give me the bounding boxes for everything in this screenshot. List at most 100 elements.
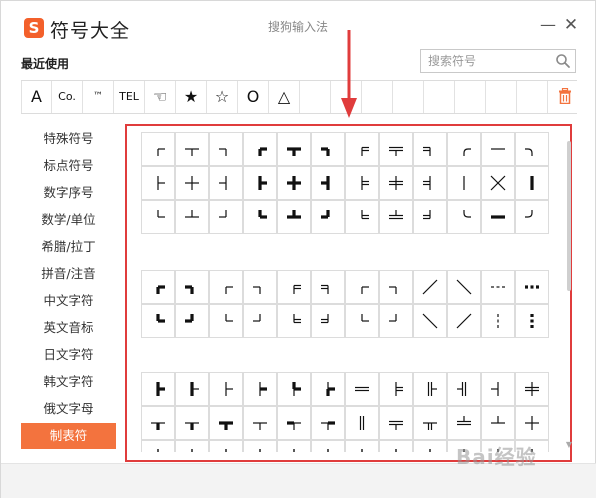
box-drawing-symbol[interactable] — [413, 200, 447, 234]
box-drawing-symbol[interactable] — [209, 304, 243, 338]
box-drawing-symbol[interactable] — [413, 132, 447, 166]
box-drawing-symbol[interactable] — [141, 200, 175, 234]
box-drawing-symbol[interactable] — [447, 440, 481, 452]
box-drawing-symbol[interactable] — [141, 166, 175, 200]
box-drawing-symbol[interactable] — [175, 132, 209, 166]
box-drawing-symbol[interactable] — [243, 270, 277, 304]
box-drawing-symbol[interactable] — [515, 166, 549, 200]
recent-symbol[interactable] — [331, 81, 362, 113]
box-drawing-symbol[interactable] — [481, 440, 515, 452]
box-drawing-symbol[interactable] — [379, 270, 413, 304]
box-drawing-symbol[interactable] — [277, 304, 311, 338]
title-bar[interactable]: S 符号大全 搜狗输入法 — ✕ — [1, 1, 596, 45]
trash-icon[interactable] — [558, 88, 572, 104]
recent-symbol[interactable] — [362, 81, 393, 113]
box-drawing-symbol[interactable] — [243, 200, 277, 234]
box-drawing-symbol[interactable] — [175, 406, 209, 440]
box-drawing-symbol[interactable] — [175, 200, 209, 234]
sidebar-category[interactable]: 希腊/拉丁 — [21, 234, 116, 260]
box-drawing-symbol[interactable] — [515, 270, 549, 304]
box-drawing-symbol[interactable] — [277, 440, 311, 452]
box-drawing-symbol[interactable] — [481, 166, 515, 200]
recent-symbol[interactable]: O — [238, 81, 269, 113]
box-drawing-symbol[interactable] — [481, 372, 515, 406]
box-drawing-symbol[interactable] — [515, 440, 549, 452]
box-drawing-symbol[interactable] — [413, 440, 447, 452]
box-drawing-symbol[interactable] — [481, 406, 515, 440]
box-drawing-symbol[interactable] — [447, 304, 481, 338]
box-drawing-symbol[interactable] — [379, 132, 413, 166]
box-drawing-symbol[interactable] — [379, 304, 413, 338]
recent-symbol[interactable]: ★ — [176, 81, 207, 113]
box-drawing-symbol[interactable] — [345, 270, 379, 304]
box-drawing-symbol[interactable] — [379, 440, 413, 452]
box-drawing-symbol[interactable] — [447, 372, 481, 406]
box-drawing-symbol[interactable] — [209, 440, 243, 452]
box-drawing-symbol[interactable] — [447, 166, 481, 200]
box-drawing-symbol[interactable] — [379, 406, 413, 440]
search-box[interactable] — [420, 49, 576, 73]
box-drawing-symbol[interactable] — [311, 132, 345, 166]
scroll-down-arrow-icon[interactable]: ▼ — [565, 441, 573, 449]
sidebar-category[interactable]: 俄文字母 — [21, 396, 116, 422]
box-drawing-symbol[interactable] — [175, 440, 209, 452]
box-drawing-symbol[interactable] — [277, 270, 311, 304]
box-drawing-symbol[interactable] — [141, 270, 175, 304]
box-drawing-symbol[interactable] — [141, 304, 175, 338]
box-drawing-symbol[interactable] — [243, 166, 277, 200]
box-drawing-symbol[interactable] — [413, 372, 447, 406]
box-drawing-symbol[interactable] — [345, 406, 379, 440]
box-drawing-symbol[interactable] — [345, 166, 379, 200]
box-drawing-symbol[interactable] — [175, 166, 209, 200]
sidebar-category[interactable]: 中文字符 — [21, 288, 116, 314]
box-drawing-symbol[interactable] — [141, 372, 175, 406]
box-drawing-symbol[interactable] — [481, 304, 515, 338]
box-drawing-symbol[interactable] — [141, 406, 175, 440]
box-drawing-symbol[interactable] — [345, 200, 379, 234]
close-button[interactable]: ✕ — [561, 15, 581, 35]
scrollbar-thumb[interactable] — [567, 141, 571, 291]
recent-symbol[interactable] — [486, 81, 517, 113]
box-drawing-symbol[interactable] — [209, 132, 243, 166]
box-drawing-symbol[interactable] — [243, 372, 277, 406]
box-drawing-symbol[interactable] — [209, 166, 243, 200]
recent-symbol[interactable]: Co. — [52, 81, 83, 113]
recent-symbol[interactable]: ☆ — [207, 81, 238, 113]
sidebar-category[interactable]: 拼音/注音 — [21, 261, 116, 287]
box-drawing-symbol[interactable] — [447, 270, 481, 304]
box-drawing-symbol[interactable] — [175, 304, 209, 338]
box-drawing-symbol[interactable] — [277, 406, 311, 440]
box-drawing-symbol[interactable] — [277, 372, 311, 406]
box-drawing-symbol[interactable] — [141, 132, 175, 166]
box-drawing-symbol[interactable] — [447, 132, 481, 166]
recent-symbol[interactable]: ☜ — [145, 81, 176, 113]
sidebar-category[interactable]: 制表符 — [21, 423, 116, 449]
box-drawing-symbol[interactable] — [379, 166, 413, 200]
box-drawing-symbol[interactable] — [515, 200, 549, 234]
box-drawing-symbol[interactable] — [209, 372, 243, 406]
box-drawing-symbol[interactable] — [481, 132, 515, 166]
box-drawing-symbol[interactable] — [141, 440, 175, 452]
box-drawing-symbol[interactable] — [277, 132, 311, 166]
sidebar-category[interactable]: 标点符号 — [21, 153, 116, 179]
box-drawing-symbol[interactable] — [243, 304, 277, 338]
sidebar-category[interactable]: 英文音标 — [21, 315, 116, 341]
recent-symbol[interactable] — [455, 81, 486, 113]
box-drawing-symbol[interactable] — [175, 270, 209, 304]
box-drawing-symbol[interactable] — [413, 406, 447, 440]
recent-symbol[interactable] — [424, 81, 455, 113]
sidebar-category[interactable]: 数字序号 — [21, 180, 116, 206]
box-drawing-symbol[interactable] — [209, 406, 243, 440]
box-drawing-symbol[interactable] — [311, 406, 345, 440]
box-drawing-symbol[interactable] — [481, 200, 515, 234]
recent-symbol[interactable]: TEL — [114, 81, 145, 113]
box-drawing-symbol[interactable] — [515, 304, 549, 338]
recent-symbol[interactable] — [393, 81, 424, 113]
recent-symbol[interactable]: A — [21, 81, 52, 113]
box-drawing-symbol[interactable] — [277, 200, 311, 234]
box-drawing-symbol[interactable] — [413, 304, 447, 338]
box-drawing-symbol[interactable] — [243, 406, 277, 440]
sidebar-category[interactable]: 日文字符 — [21, 342, 116, 368]
box-drawing-symbol[interactable] — [209, 270, 243, 304]
box-drawing-symbol[interactable] — [311, 166, 345, 200]
